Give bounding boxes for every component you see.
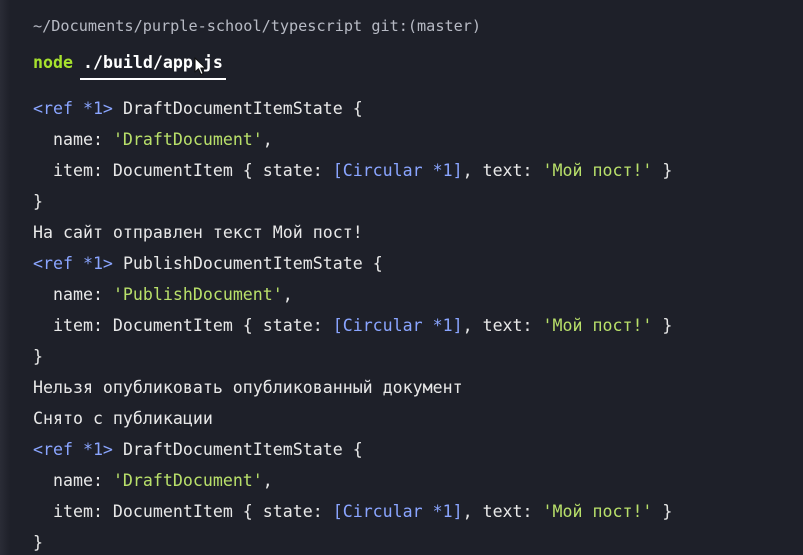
close-line: } xyxy=(33,533,43,553)
item-line: item: DocumentItem { state: [Circular *1… xyxy=(33,502,672,522)
item-close: } xyxy=(652,502,673,521)
item-close: } xyxy=(652,161,673,180)
name-line: name: 'PublishDocument', xyxy=(33,285,293,305)
close-brace: } xyxy=(33,347,43,366)
item-line: item: DocumentItem { state: [Circular *1… xyxy=(33,161,672,181)
text-key: , text: xyxy=(462,502,543,521)
comma: , xyxy=(262,471,273,490)
class-open: DraftDocumentItemState { xyxy=(122,440,363,459)
name-line: name: 'DraftDocument', xyxy=(33,130,273,150)
name-key: name: xyxy=(52,471,113,490)
class-open: DraftDocumentItemState { xyxy=(122,99,363,118)
close-line: } xyxy=(33,192,43,212)
ref-tag: <ref *1> xyxy=(33,99,113,118)
close-line: } xyxy=(33,347,43,367)
item-line: item: DocumentItem { state: [Circular *1… xyxy=(33,316,672,336)
comma: , xyxy=(282,285,293,304)
ref-line: <ref *1> DraftDocumentItemState { xyxy=(33,99,363,119)
command-underline xyxy=(79,78,226,80)
ref-line: <ref *1> PublishDocumentItemState { xyxy=(33,254,383,274)
text-key: , text: xyxy=(462,316,543,335)
terminal-left-edge xyxy=(0,0,10,555)
name-line: name: 'DraftDocument', xyxy=(33,471,273,491)
comma: , xyxy=(262,130,273,149)
circular-ref: [Circular *1] xyxy=(332,161,463,180)
mouse-pointer-icon xyxy=(194,57,207,76)
name-key: name: xyxy=(52,130,113,149)
close-brace: } xyxy=(33,192,43,211)
class-open: PublishDocumentItemState { xyxy=(122,254,383,273)
text-value: 'Мой пост!' xyxy=(542,316,653,335)
item-key: item: DocumentItem { state: xyxy=(52,316,333,335)
terminal-window[interactable]: ~/Documents/purple-school/typescript git… xyxy=(0,0,803,555)
item-key: item: DocumentItem { state: xyxy=(52,161,333,180)
text-value: 'Мой пост!' xyxy=(542,161,653,180)
prompt-path: ~/Documents/purple-school/typescript git… xyxy=(33,17,482,35)
name-key: name: xyxy=(52,285,113,304)
output-message: Нельзя опубликовать опубликованный докум… xyxy=(33,378,463,397)
item-close: } xyxy=(652,316,673,335)
name-value: 'DraftDocument' xyxy=(112,471,263,490)
text-value: 'Мой пост!' xyxy=(542,502,653,521)
name-value: 'DraftDocument' xyxy=(112,130,263,149)
ref-line: <ref *1> DraftDocumentItemState { xyxy=(33,440,363,460)
command-keyword: node xyxy=(33,53,73,72)
name-value: 'PublishDocument' xyxy=(112,285,283,304)
close-brace: } xyxy=(33,533,43,552)
output-message: Снято с публикации xyxy=(33,409,213,428)
item-key: item: DocumentItem { state: xyxy=(52,502,333,521)
text-key: , text: xyxy=(462,161,543,180)
circular-ref: [Circular *1] xyxy=(332,316,463,335)
ref-tag: <ref *1> xyxy=(33,254,113,273)
output-message: На сайт отправлен текст Мой пост! xyxy=(33,223,363,242)
ref-tag: <ref *1> xyxy=(33,440,113,459)
circular-ref: [Circular *1] xyxy=(332,502,463,521)
